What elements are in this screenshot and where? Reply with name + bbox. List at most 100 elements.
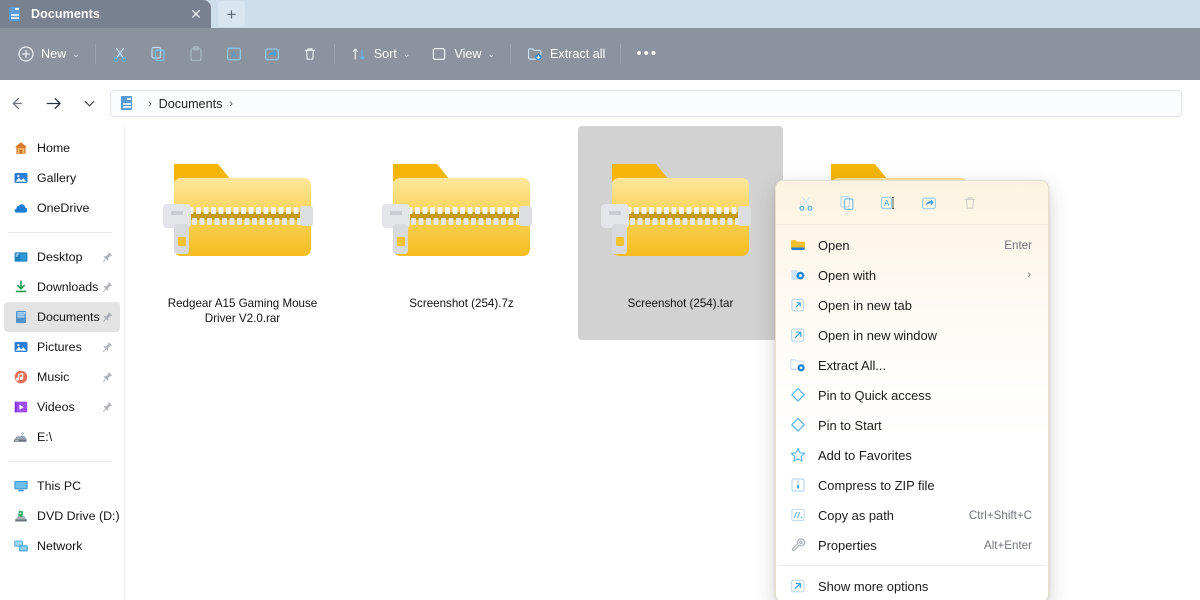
sidebar-label: Gallery [37, 171, 77, 185]
tab-strip: Documents ✕ + [0, 0, 1200, 28]
pin-icon[interactable] [102, 281, 113, 293]
breadcrumb-separator-end[interactable]: › [229, 98, 233, 110]
sidebar-item-videos[interactable]: Videos [4, 392, 120, 422]
breadcrumb-bar[interactable]: › Documents › [110, 90, 1182, 117]
sidebar-item-documents[interactable]: Documents [4, 302, 120, 332]
pin-icon [789, 416, 807, 434]
menu-item-shortcut: Alt+Enter [983, 538, 1032, 552]
menu-item-open-with[interactable]: Open with › [780, 260, 1044, 290]
file-name: Screenshot (254).7z [409, 297, 514, 310]
close-icon[interactable]: ✕ [183, 1, 209, 27]
share-button[interactable] [910, 187, 948, 219]
pin-icon[interactable] [102, 371, 113, 383]
menu-item-show-more-options[interactable]: Show more options [780, 571, 1044, 600]
sidebar-label: Videos [37, 400, 75, 414]
copy-icon [840, 195, 854, 210]
pin-icon[interactable] [102, 251, 113, 263]
menu-item-label: Open with [818, 267, 877, 283]
file-item[interactable]: Redgear A15 Gaming Mouse Driver V2.0.rar [140, 126, 345, 340]
menu-item-extract-all[interactable]: Extract All... [780, 350, 1044, 380]
cut-button[interactable] [787, 187, 825, 219]
forward-button[interactable] [39, 89, 67, 117]
desktop-icon [12, 249, 29, 266]
chevron-down-icon: ⌄ [402, 48, 411, 59]
sidebar-item-home[interactable]: Home [4, 133, 120, 163]
navigation-pane: Home Gallery OneDrive Desktop Downloads … [0, 126, 125, 600]
folder-open-icon [789, 236, 807, 254]
pin-icon[interactable] [102, 311, 113, 323]
sidebar-item-gallery[interactable]: Gallery [4, 163, 120, 193]
menu-item-label: Open in new window [818, 327, 937, 343]
toolbar-divider-2 [333, 44, 335, 64]
sidebar-item-this-pc[interactable]: This PC [4, 471, 120, 501]
sidebar-label: DVD Drive (D:) CCC [37, 509, 120, 523]
context-menu[interactable]: A Open Enter Open with › Open in new tab… [775, 180, 1049, 600]
sidebar-item-downloads[interactable]: Downloads [4, 272, 120, 302]
sidebar-item-dvd-drive[interactable]: DVD Drive (D:) CCC [4, 501, 120, 531]
chevron-down-icon: ⌄ [72, 48, 80, 59]
menu-item-shortcut: Enter [1004, 238, 1032, 252]
delete-button[interactable] [292, 38, 328, 70]
sidebar-item-onedrive[interactable]: OneDrive [4, 193, 120, 223]
breadcrumb-documents[interactable]: Documents [159, 97, 223, 111]
menu-item-label: Show more options [818, 578, 929, 594]
paste-icon [190, 46, 202, 62]
pin-icon[interactable] [102, 341, 113, 353]
sidebar-item-e-drive[interactable]: 2 E:\ [4, 422, 120, 452]
sidebar-label: Pictures [37, 340, 82, 354]
file-item[interactable]: Screenshot (254).7z [359, 126, 564, 340]
sidebar-item-music[interactable]: Music [4, 362, 120, 392]
menu-item-open[interactable]: Open Enter [780, 230, 1044, 260]
recent-locations-button[interactable] [75, 89, 103, 117]
open-with-icon [789, 266, 807, 284]
menu-item-properties[interactable]: Properties Alt+Enter [780, 530, 1044, 560]
new-button[interactable]: New ⌄ [8, 38, 89, 70]
copy-path-icon [789, 506, 807, 524]
scissors-icon [113, 47, 127, 62]
file-item-selected[interactable]: Screenshot (254).tar [578, 126, 783, 340]
see-more-button[interactable]: ••• [627, 38, 667, 70]
menu-item-compress-to-zip[interactable]: Compress to ZIP file [780, 470, 1044, 500]
menu-item-add-to-favorites[interactable]: Add to Favorites [780, 440, 1044, 470]
menu-item-pin-to-quick-access[interactable]: Pin to Quick access [780, 380, 1044, 410]
sidebar-label: E:\ [37, 430, 53, 444]
menu-item-pin-to-start[interactable]: Pin to Start [780, 410, 1044, 440]
sort-label: Sort [373, 47, 397, 61]
svg-text:2: 2 [21, 432, 24, 438]
pin-icon [789, 386, 807, 404]
sort-button[interactable]: Sort ⌄ [341, 38, 420, 70]
new-label: New [41, 47, 67, 61]
sidebar-item-pictures[interactable]: Pictures [4, 332, 120, 362]
sidebar-item-desktop[interactable]: Desktop [4, 242, 120, 272]
extract-all-button[interactable]: Extract all [517, 38, 614, 70]
new-tab-button[interactable]: + [218, 1, 245, 27]
paste-button[interactable] [178, 38, 214, 70]
compress-icon [789, 476, 807, 494]
dvd-drive-icon [12, 508, 29, 525]
address-bar: › Documents › [0, 80, 1200, 126]
tab-documents[interactable]: Documents ✕ [0, 0, 211, 28]
cut-button[interactable] [102, 38, 138, 70]
sidebar-label: OneDrive [37, 201, 90, 215]
back-button[interactable] [2, 89, 30, 117]
sort-icon [352, 48, 365, 60]
pin-icon[interactable] [102, 401, 113, 413]
svg-text:A: A [884, 199, 890, 208]
view-button[interactable]: View ⌄ [421, 38, 504, 70]
delete-button[interactable] [951, 187, 989, 219]
copy-button[interactable] [140, 38, 176, 70]
rename-button[interactable]: A [216, 38, 252, 70]
file-name: Redgear A15 Gaming Mouse Driver V2.0.rar [167, 297, 318, 325]
menu-item-copy-as-path[interactable]: Copy as path Ctrl+Shift+C [780, 500, 1044, 530]
menu-item-label: Pin to Quick access [818, 387, 932, 403]
copy-button[interactable] [828, 187, 866, 219]
menu-item-open-in-new-tab[interactable]: Open in new tab [780, 290, 1044, 320]
sidebar-label: Home [37, 141, 71, 155]
rename-button[interactable]: A [869, 187, 907, 219]
extract-all-label: Extract all [550, 47, 606, 61]
menu-item-label: Compress to ZIP file [818, 477, 935, 493]
menu-item-open-in-new-window[interactable]: Open in new window [780, 320, 1044, 350]
share-button[interactable] [254, 38, 290, 70]
sidebar-label: Network [37, 539, 83, 553]
sidebar-item-network[interactable]: Network [4, 531, 120, 561]
